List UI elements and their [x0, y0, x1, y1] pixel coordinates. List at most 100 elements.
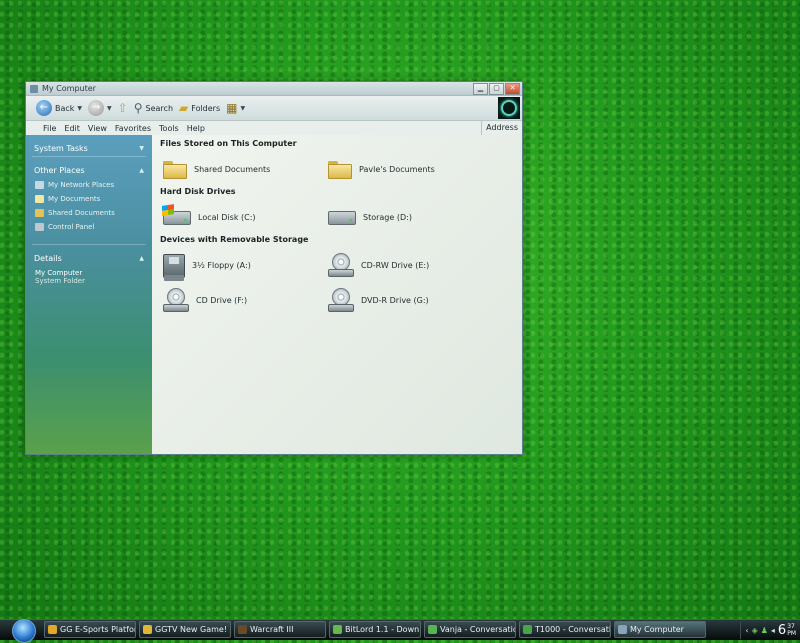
messenger-icon	[428, 625, 437, 634]
task-label: GG E-Sports Platfor...	[60, 625, 136, 634]
taskbar-tasks: GG E-Sports Platfor... GGTV New Game! Wa…	[44, 621, 706, 639]
documents-icon	[35, 195, 44, 203]
details-header[interactable]: Details ▲	[26, 250, 152, 266]
cd-drive-icon	[163, 287, 189, 314]
sidebar-item-shared-documents[interactable]: Shared Documents	[26, 206, 152, 220]
item-group: Local Disk (C:) Storage (D:)	[160, 200, 514, 235]
task-my-computer[interactable]: My Computer	[614, 621, 706, 638]
search-button[interactable]: ⚲ Search	[134, 102, 173, 114]
menu-bar: File Edit View Favorites Tools Help Addr…	[26, 121, 522, 136]
sidebar-item-my-network-places[interactable]: My Network Places	[26, 178, 152, 192]
task-label: My Computer	[630, 625, 684, 634]
item-local-disk-c[interactable]: Local Disk (C:)	[160, 200, 325, 235]
title-bar[interactable]: My Computer ▁ ▢ ✕	[26, 82, 522, 96]
forward-arrow-icon: →	[88, 100, 105, 116]
views-button[interactable]: ▦ ▼	[226, 102, 245, 114]
network-tray-icon[interactable]: ◈	[752, 626, 758, 635]
task-t1000-conversation[interactable]: T1000 - Conversation	[519, 621, 611, 638]
item-pavles-documents[interactable]: Pavle's Documents	[325, 152, 490, 187]
folder-icon	[163, 160, 187, 179]
network-icon	[35, 181, 44, 189]
floppy-drive-icon	[163, 253, 185, 281]
task-label: Vanja - Conversation	[440, 625, 516, 634]
minimize-button[interactable]: ▁	[473, 83, 488, 95]
sidebar-item-label: Shared Documents	[48, 209, 115, 217]
item-group: 3½ Floppy (A:) CD-RW Drive (E:) CD Drive…	[160, 248, 514, 318]
item-shared-documents[interactable]: Shared Documents	[160, 152, 325, 187]
folder-icon	[328, 160, 352, 179]
sidebar-item-my-documents[interactable]: My Documents	[26, 192, 152, 206]
window-title: My Computer	[42, 84, 96, 93]
control-panel-icon	[35, 223, 44, 231]
details-subtitle: System Folder	[35, 277, 85, 285]
item-cd-drive-f[interactable]: CD Drive (F:)	[160, 283, 325, 318]
item-group: Shared Documents Pavle's Documents	[160, 152, 514, 187]
task-label: T1000 - Conversation	[535, 625, 611, 634]
group-header: Files Stored on This Computer	[160, 139, 297, 148]
back-button[interactable]: ← Back ▼	[36, 100, 82, 116]
cd-drive-icon	[328, 287, 354, 314]
volume-icon[interactable]: ◂	[771, 626, 775, 635]
sidebar-item-control-panel[interactable]: Control Panel	[26, 220, 152, 234]
item-label: Pavle's Documents	[359, 165, 435, 174]
file-view: Files Stored on This Computer Shared Doc…	[152, 135, 522, 454]
chevron-up-icon: ▲	[139, 166, 144, 174]
windows-orb-icon	[12, 619, 36, 643]
folders-icon: ▰	[179, 101, 189, 115]
my-computer-icon	[618, 625, 627, 634]
group-header: Devices with Removable Storage	[160, 235, 309, 244]
menu-file[interactable]: File	[39, 124, 60, 133]
item-label: Shared Documents	[194, 165, 271, 174]
task-warcraft[interactable]: Warcraft III	[234, 621, 326, 638]
task-bitlord[interactable]: BitLord 1.1 - Downl...	[329, 621, 421, 638]
system-tasks-header[interactable]: System Tasks ▼	[26, 140, 152, 156]
item-floppy-a[interactable]: 3½ Floppy (A:)	[160, 248, 325, 283]
maximize-button[interactable]: ▢	[489, 83, 504, 95]
task-label: BitLord 1.1 - Downl...	[345, 625, 421, 634]
item-label: DVD-R Drive (G:)	[361, 296, 429, 305]
gg-icon	[48, 625, 57, 634]
messenger-tray-icon[interactable]: ♟	[761, 626, 768, 635]
computer-icon	[30, 84, 38, 93]
menu-edit[interactable]: Edit	[60, 124, 84, 133]
clock-ampm: PM	[787, 630, 796, 637]
item-storage-d[interactable]: Storage (D:)	[325, 200, 490, 235]
windows-brand-logo	[498, 97, 520, 119]
item-label: CD-RW Drive (E:)	[361, 261, 430, 270]
clock[interactable]: 6 37 PM	[778, 623, 796, 637]
chevron-down-icon: ▼	[240, 104, 246, 112]
folder-icon	[35, 209, 44, 217]
task-pane: System Tasks ▼ Other Places ▲ My Network…	[26, 135, 152, 454]
menu-help[interactable]: Help	[183, 124, 209, 133]
item-cdrw-drive-e[interactable]: CD-RW Drive (E:)	[325, 248, 490, 283]
forward-button[interactable]: → ▼	[88, 100, 112, 116]
folders-button[interactable]: ▰ Folders	[179, 102, 220, 114]
sidebar-item-label: Control Panel	[48, 223, 95, 231]
task-label: Warcraft III	[250, 625, 294, 634]
search-icon: ⚲	[133, 101, 143, 115]
up-button[interactable]: ⇧	[118, 102, 128, 114]
menu-tools[interactable]: Tools	[155, 124, 183, 133]
task-gg-esports[interactable]: GG E-Sports Platfor...	[44, 621, 136, 638]
chevron-up-icon: ▲	[139, 254, 144, 262]
item-dvdr-drive-g[interactable]: DVD-R Drive (G:)	[325, 283, 490, 318]
bitlord-icon	[333, 625, 342, 634]
ggtv-icon	[143, 625, 152, 634]
clock-hour: 6	[777, 623, 787, 638]
item-label: Storage (D:)	[363, 213, 412, 222]
task-ggtv[interactable]: GGTV New Game!	[139, 621, 231, 638]
close-button[interactable]: ✕	[505, 83, 520, 95]
search-label: Search	[145, 103, 174, 113]
start-button[interactable]	[6, 619, 36, 643]
task-vanja-conversation[interactable]: Vanja - Conversation	[424, 621, 516, 638]
menu-favorites[interactable]: Favorites	[111, 124, 155, 133]
cd-drive-icon	[328, 252, 354, 279]
taskbar: GG E-Sports Platfor... GGTV New Game! Wa…	[0, 619, 800, 643]
menu-view[interactable]: View	[84, 124, 111, 133]
other-places-header[interactable]: Other Places ▲	[26, 162, 152, 178]
address-bar-label[interactable]: Address	[481, 121, 522, 135]
system-tasks-label: System Tasks	[34, 143, 88, 153]
chevron-left-icon[interactable]: ‹	[745, 626, 748, 635]
folder-up-icon: ⇧	[117, 101, 128, 115]
item-label: Local Disk (C:)	[198, 213, 256, 222]
